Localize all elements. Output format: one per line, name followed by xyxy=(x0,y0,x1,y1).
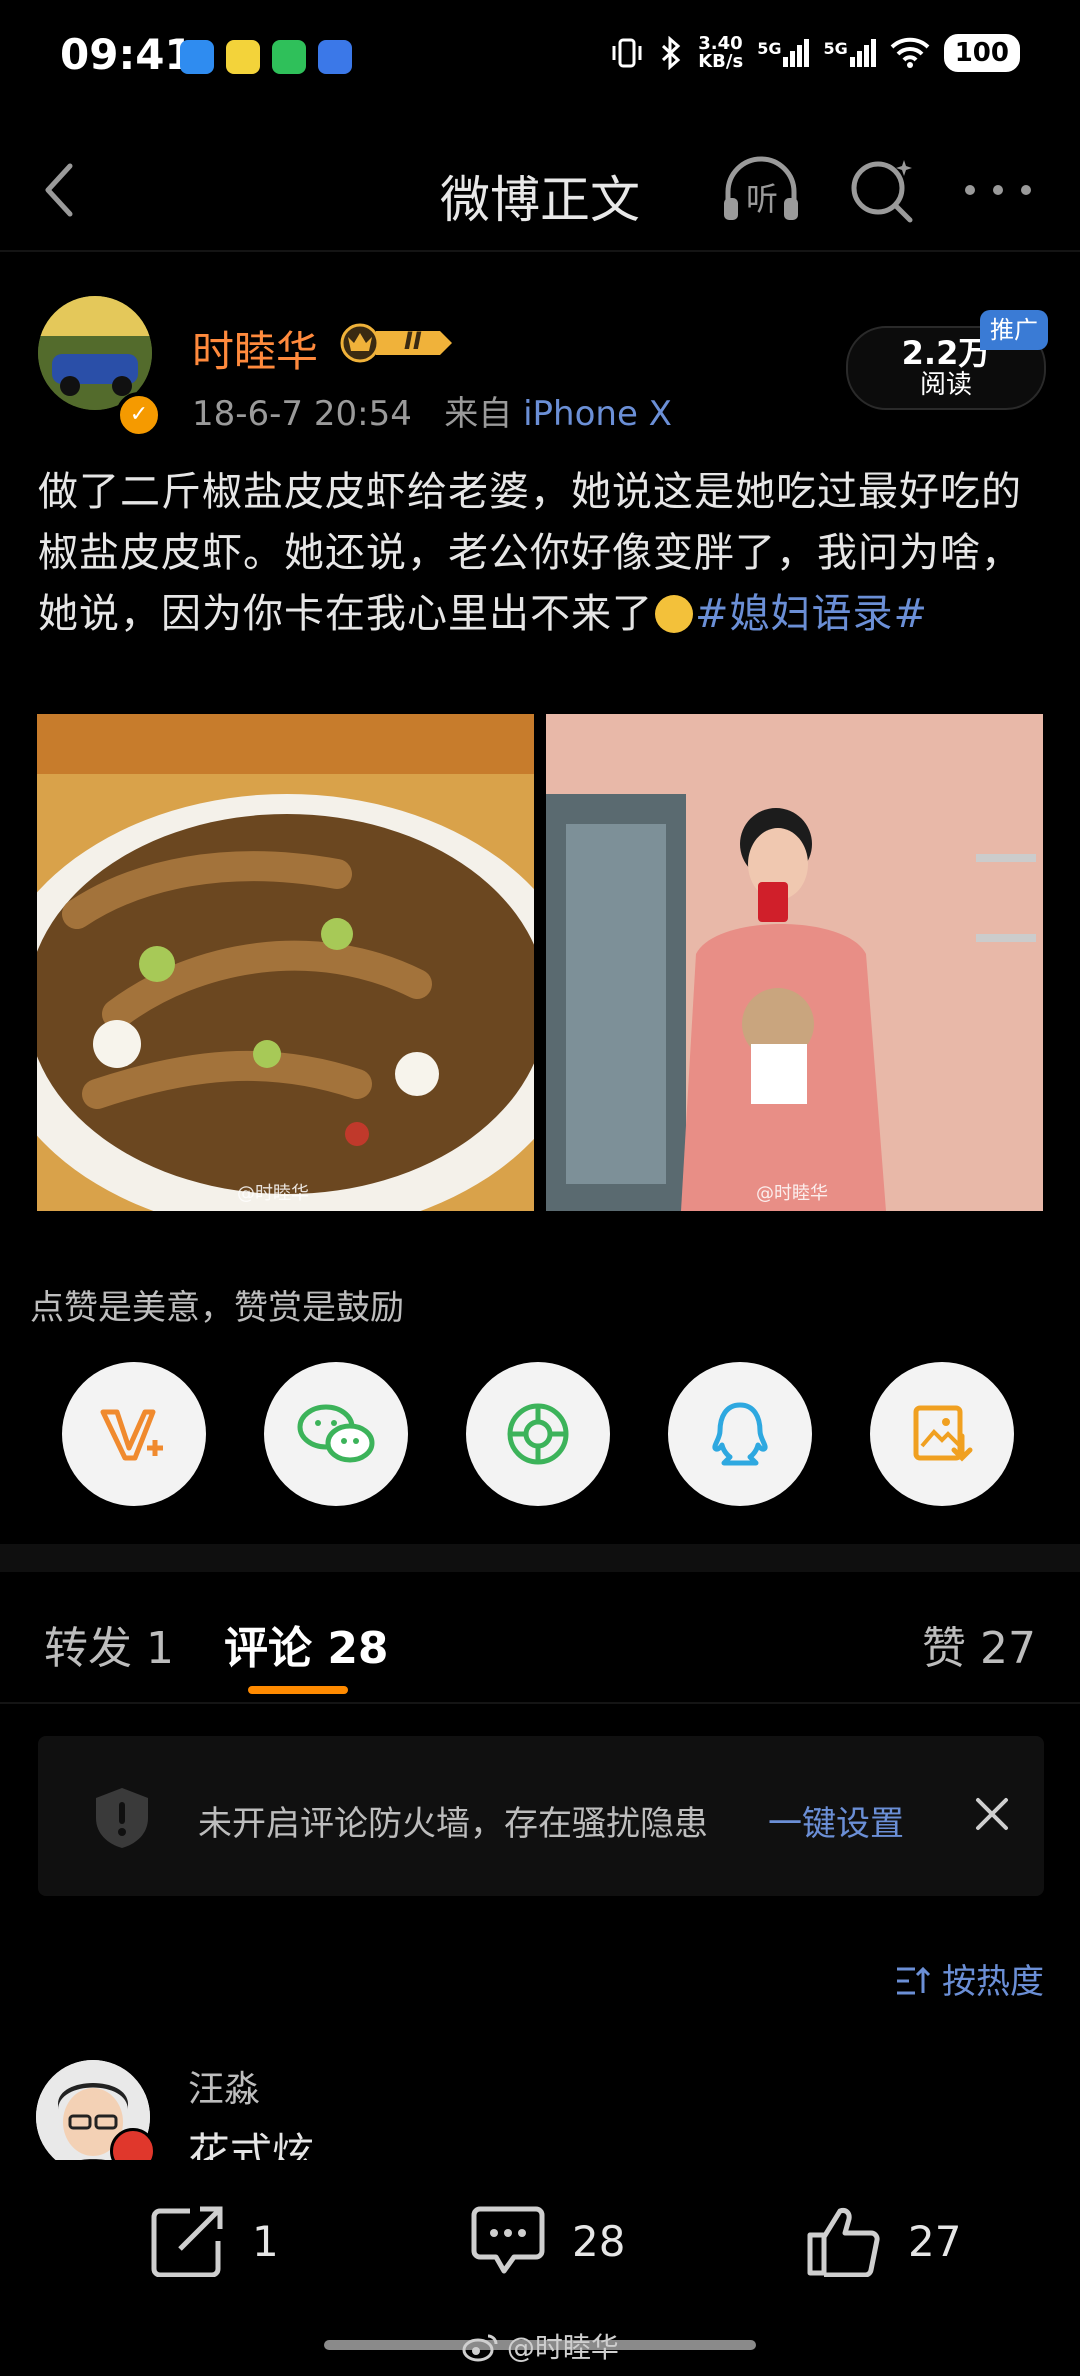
status-indicators: 3.40 KB/s 5G 5G 100 xyxy=(610,34,1020,72)
promote-badge[interactable]: 推广 xyxy=(980,310,1048,350)
network-speed: 3.40 KB/s xyxy=(698,33,744,72)
share-icon xyxy=(151,2206,223,2277)
like-button[interactable]: 27 xyxy=(806,2205,961,2277)
vibrate-icon xyxy=(612,38,642,68)
comment-count: 28 xyxy=(572,2216,626,2266)
mirror-selfie-image xyxy=(546,714,1043,1211)
post-image-shrimp[interactable]: @时睦华 xyxy=(37,714,534,1211)
member-level-badge[interactable]: II xyxy=(340,323,452,363)
notice-text: 未开启评论防火墙，存在骚扰隐患 xyxy=(198,1804,708,1844)
close-notice-button[interactable] xyxy=(970,1792,1014,1836)
sort-icon xyxy=(897,1966,931,1995)
shrimp-dish-image xyxy=(37,714,534,1211)
post-meta: 18-6-7 20:54 来自 iPhone X xyxy=(192,386,672,435)
app-notification-icon xyxy=(180,40,214,74)
sort-by-hot-button[interactable]: 按热度 xyxy=(895,1954,1044,2003)
comment-icon xyxy=(471,2206,545,2274)
qq-icon xyxy=(712,1402,768,1466)
weibo-logo-icon xyxy=(462,2334,498,2362)
save-image-button[interactable] xyxy=(870,1362,1014,1506)
post-date: 18-6-7 20:54 xyxy=(192,394,412,434)
status-time: 09:41 xyxy=(60,30,194,79)
read-label: 阅读 xyxy=(919,370,972,400)
wifi-icon xyxy=(890,37,930,68)
section-divider xyxy=(0,1544,1080,1572)
verified-badge: ✓ xyxy=(116,392,162,438)
search-button[interactable] xyxy=(846,154,918,226)
moments-icon xyxy=(507,1403,569,1465)
thumbs-up-icon xyxy=(807,2208,880,2277)
phone-app-icon xyxy=(272,40,306,74)
author-name[interactable]: 时睦华 xyxy=(192,318,318,379)
wechat-icon xyxy=(297,1404,375,1463)
share-vplus-button[interactable] xyxy=(62,1362,206,1506)
search-icon xyxy=(851,160,913,223)
reward-prompt: 点赞是美意，赞赏是鼓励 xyxy=(30,1288,404,1328)
tabs-divider xyxy=(0,1702,1080,1704)
like-count: 27 xyxy=(908,2216,962,2266)
image-watermark: @时睦华 xyxy=(237,1183,309,1204)
signal-1-icon: 5G xyxy=(757,39,810,67)
comment-text: 花式炫 xyxy=(188,2129,315,2160)
source-device[interactable]: iPhone X xyxy=(523,394,672,434)
page-title: 微博正文 xyxy=(440,171,640,229)
bluetooth-icon xyxy=(662,36,681,70)
close-icon xyxy=(976,1798,1008,1830)
share-wechat-button[interactable] xyxy=(264,1362,408,1506)
repost-button[interactable]: 1 xyxy=(150,2205,279,2277)
comment-button[interactable]: 28 xyxy=(470,2205,625,2277)
crown-icon xyxy=(340,323,452,363)
repost-count: 1 xyxy=(252,2216,279,2266)
save-image-icon xyxy=(913,1405,973,1462)
post-image-selfie[interactable]: @时睦华 xyxy=(546,714,1043,1211)
shield-icon xyxy=(96,1788,148,1848)
emoji-icon xyxy=(655,595,693,633)
battery-indicator: 100 xyxy=(943,34,1020,72)
one-click-setup-link[interactable]: 一键设置 xyxy=(768,1796,904,1845)
more-button[interactable] xyxy=(960,166,1036,214)
image-watermark: @时睦华 xyxy=(756,1183,828,1204)
listen-button[interactable]: 听 xyxy=(718,152,804,228)
source-prefix: 来自 xyxy=(444,394,513,434)
app-notification-icon xyxy=(318,40,352,74)
signal-2-icon: 5G xyxy=(823,39,876,67)
hashtag-link[interactable]: #媳妇语录# xyxy=(695,591,928,637)
post-body: 做了二斤椒盐皮皮虾给老婆，她说这是她吃过最好吃的椒盐皮皮虾。她还说，老公你好像变… xyxy=(38,462,1048,645)
screenshot-watermark: @时睦华 xyxy=(462,2326,619,2366)
share-qq-button[interactable] xyxy=(668,1362,812,1506)
tab-repost[interactable]: 转发 1 xyxy=(44,1612,174,1676)
active-tab-indicator xyxy=(248,1686,348,1694)
commenter-name[interactable]: 汪淼 xyxy=(188,2060,260,2112)
status-bar: 09:41 3.40 KB/s 5G 5G 100 xyxy=(0,0,1080,110)
tab-comments[interactable]: 评论 28 xyxy=(224,1612,389,1676)
share-moments-button[interactable] xyxy=(466,1362,610,1506)
app-notification-icon xyxy=(226,40,260,74)
sort-label: 按热度 xyxy=(942,1962,1044,2002)
tab-likes[interactable]: 赞 27 xyxy=(922,1612,1036,1676)
more-dots-icon xyxy=(965,185,1031,195)
vplus-icon xyxy=(100,1409,163,1461)
